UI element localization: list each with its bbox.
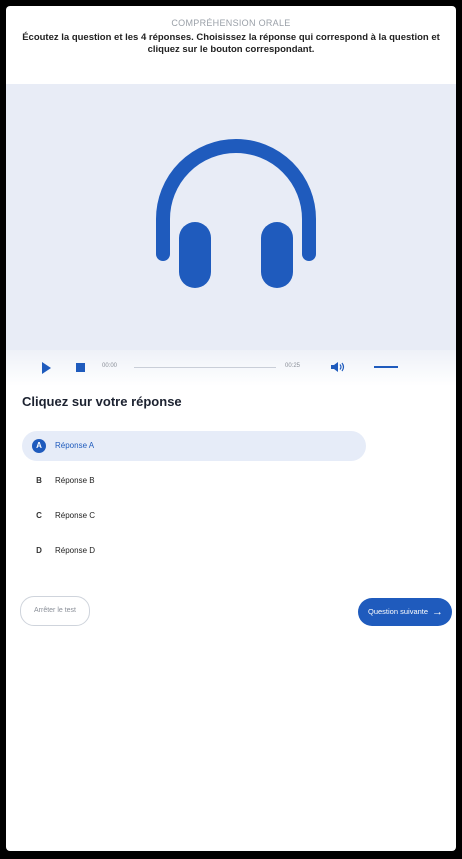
option-letter: C xyxy=(36,511,42,520)
stop-button[interactable] xyxy=(76,363,85,372)
current-time: 00:00 xyxy=(102,363,118,369)
header: COMPRÉHENSION ORALE Écoutez la question … xyxy=(6,6,456,56)
option-letter: D xyxy=(36,546,42,555)
total-time: 00:25 xyxy=(285,363,301,369)
quiz-screen: COMPRÉHENSION ORALE Écoutez la question … xyxy=(6,6,456,851)
answers-section: Cliquez sur votre réponse xyxy=(6,394,456,409)
answer-option-c[interactable]: C Réponse C xyxy=(22,501,366,531)
answer-option-b[interactable]: B Réponse B xyxy=(22,466,366,496)
headphones-icon xyxy=(156,139,316,288)
audio-player: 00:00 00:25 xyxy=(6,350,456,386)
answers-title: Cliquez sur votre réponse xyxy=(22,394,182,409)
section-title: COMPRÉHENSION ORALE xyxy=(171,18,291,28)
option-label: Réponse C xyxy=(55,511,96,520)
next-question-button[interactable]: Question suivante → xyxy=(358,598,452,626)
progress-bar[interactable] xyxy=(134,367,276,368)
instructions: Écoutez la question et les 4 réponses. C… xyxy=(22,32,440,55)
stop-test-button[interactable]: Arrêter le test xyxy=(20,596,90,626)
arrow-right-icon: → xyxy=(432,606,443,618)
option-letter: B xyxy=(36,476,42,485)
next-question-label: Question suivante xyxy=(368,607,429,616)
volume-slider[interactable] xyxy=(374,366,398,368)
answer-option-a[interactable]: A Réponse A xyxy=(22,431,366,461)
answer-option-d[interactable]: D Réponse D xyxy=(22,536,366,566)
option-label: Réponse D xyxy=(55,546,96,555)
media-panel xyxy=(6,84,456,350)
option-label: Réponse B xyxy=(55,476,95,485)
option-label: Réponse A xyxy=(55,441,95,450)
play-button[interactable] xyxy=(42,362,51,374)
volume-icon[interactable] xyxy=(330,360,346,374)
option-letter: A xyxy=(32,439,46,453)
